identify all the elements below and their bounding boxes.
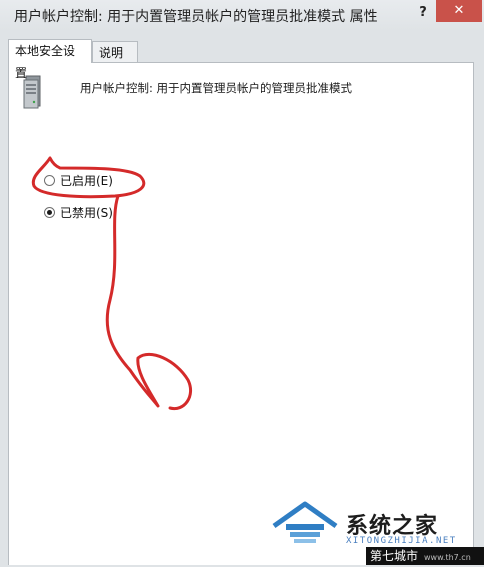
watermark-footer: 第七城市 www.th7.cn	[366, 547, 484, 565]
tab-explain[interactable]: 说明	[92, 41, 138, 63]
window-title: 用户帐户控制: 用于内置管理员帐户的管理员批准模式 属性	[14, 9, 378, 25]
house-logo-icon	[272, 501, 338, 543]
help-button[interactable]: ?	[412, 2, 434, 24]
tab-local-security-setting[interactable]: 本地安全设置	[8, 39, 92, 80]
radio-enabled-label[interactable]: 已启用(E)	[60, 172, 113, 189]
title-bar: 用户帐户控制: 用于内置管理员帐户的管理员批准模式 属性 ? ✕	[0, 0, 484, 30]
close-button[interactable]: ✕	[436, 0, 482, 22]
radio-disabled-circle[interactable]	[44, 206, 55, 218]
watermark-domain: XITONGZHIJIA.NET	[346, 536, 457, 546]
radio-disabled[interactable]: 已禁用(S)	[44, 203, 113, 221]
watermark-footer-name: 第七城市	[370, 549, 419, 563]
policy-title: 用户帐户控制: 用于内置管理员帐户的管理员批准模式	[80, 81, 353, 95]
radio-disabled-label[interactable]: 已禁用(S)	[60, 204, 113, 221]
radio-enabled-circle[interactable]	[44, 174, 55, 186]
site-watermark: 系统之家 XITONGZHIJIA.NET 第七城市 www.th7.cn	[262, 498, 484, 565]
tab-panel	[8, 62, 474, 565]
watermark-footer-url: www.th7.cn	[424, 553, 471, 562]
radio-enabled[interactable]: 已启用(E)	[44, 171, 113, 189]
